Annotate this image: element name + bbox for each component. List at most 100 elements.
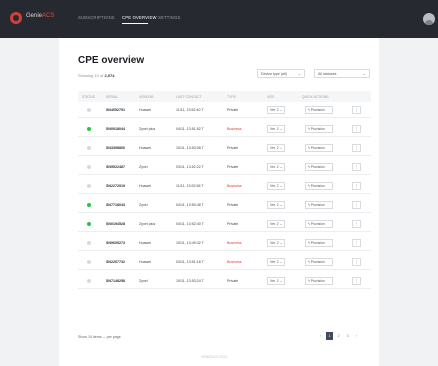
provision-button[interactable]: ϟ Provision: [305, 239, 333, 247]
vendor-cell: Huawei: [139, 184, 151, 188]
nav-item-settings[interactable]: SETTINGS: [158, 15, 181, 20]
last-contact-cell: 04/11, 13:50:48 T: [176, 203, 204, 207]
brand-logo-icon[interactable]: [10, 12, 22, 24]
table-row[interactable]: SN2267732 Huawei 03/11, 13:51:16 T Business…: [78, 254, 371, 270]
user-avatar-icon[interactable]: [423, 13, 435, 25]
provision-button[interactable]: ϟ Provision: [305, 220, 333, 228]
chevron-down-icon: ⌄: [297, 71, 301, 76]
type-cell: Business: [227, 241, 242, 245]
serial-cell[interactable]: SN2272919: [106, 184, 125, 188]
footer-note: GENIEACS 2023: [201, 355, 228, 359]
vendor-cell: Huawei: [139, 241, 151, 245]
table-row[interactable]: SN3398806 Huawei 10/11, 13:53:08 T Private V…: [78, 140, 371, 156]
show-label: Show: [78, 335, 87, 339]
bolt-icon: ϟ: [308, 146, 310, 150]
provision-button-label: Provision: [310, 260, 325, 264]
vendor-cell: Huawei: [139, 108, 151, 112]
last-contact-cell: 11/11, 13:52:40 T: [176, 108, 204, 112]
top-navigation-bar: GenieACS SUBSCRIPTIONS CPE OVERVIEW SETT…: [0, 0, 438, 38]
status-indicator-icon: [87, 222, 91, 226]
per-page-select[interactable]: 10 items: [88, 335, 102, 339]
version-select[interactable]: Ver. 2 ⌄: [267, 220, 285, 228]
serial-cell[interactable]: SN3398806: [106, 146, 125, 150]
device-type-filter[interactable]: Device type (all) ⌄: [257, 69, 305, 78]
column-header-version[interactable]: Ver: [267, 95, 274, 99]
page-size-control[interactable]: Show 10 items ⌄ per page: [78, 335, 121, 339]
provision-button[interactable]: ϟ Provision: [305, 106, 333, 114]
column-header-last-contact[interactable]: Last contact: [176, 95, 202, 99]
provision-button[interactable]: ϟ Provision: [305, 258, 333, 266]
brand-name-prefix: Genie: [26, 13, 43, 19]
pagination-page-2[interactable]: 2: [335, 332, 342, 340]
provision-button[interactable]: ϟ Provision: [305, 277, 333, 285]
serial-cell[interactable]: SN9605273: [106, 241, 125, 245]
version-select[interactable]: Ver. 2 ⌄: [267, 163, 285, 171]
status-indicator-icon: [87, 203, 91, 207]
per-page-suffix: per page: [106, 335, 121, 339]
type-cell: Business: [227, 260, 242, 264]
pagination-page-3[interactable]: 3: [344, 332, 351, 340]
chevron-down-icon: ⌄: [279, 203, 283, 207]
chevron-down-icon: ⌄: [279, 146, 283, 150]
provision-button[interactable]: ϟ Provision: [305, 201, 333, 209]
table-row[interactable]: SN7148258 Zyxel 10/11, 13:53:24 T Private Ve…: [78, 273, 371, 289]
column-header-status[interactable]: Status: [82, 95, 95, 99]
serial-cell[interactable]: SN0194528: [106, 222, 125, 226]
version-select[interactable]: Ver. 2 ⌄: [267, 106, 285, 114]
nav-item-subscriptions[interactable]: SUBSCRIPTIONS: [78, 15, 115, 20]
provision-button[interactable]: ϟ Provision: [305, 125, 333, 133]
more-options-icon[interactable]: ⋮: [352, 239, 361, 247]
version-select[interactable]: Ver. 2 ⌄: [267, 239, 285, 247]
serial-cell[interactable]: SN4052791: [106, 108, 125, 112]
more-options-icon[interactable]: ⋮: [352, 125, 361, 133]
version-select[interactable]: Ver. 2 ⌄: [267, 144, 285, 152]
provision-button[interactable]: ϟ Provision: [305, 163, 333, 171]
column-header-type[interactable]: Type: [227, 95, 236, 99]
status-indicator-icon: [87, 184, 91, 188]
pagination-next-button[interactable]: ›: [353, 332, 360, 340]
more-options-icon[interactable]: ⋮: [352, 163, 361, 171]
serial-cell[interactable]: SN5522487: [106, 165, 125, 169]
more-options-icon[interactable]: ⋮: [352, 106, 361, 114]
more-options-icon[interactable]: ⋮: [352, 144, 361, 152]
table-row[interactable]: SN5522487 Zyxel 03/11, 13:52:22 T Private Ve…: [78, 159, 371, 175]
column-header-vendor[interactable]: Vendor: [139, 95, 154, 99]
more-options-icon[interactable]: ⋮: [352, 277, 361, 285]
pagination-page-1[interactable]: 1: [326, 332, 333, 340]
type-cell: Business: [227, 184, 242, 188]
version-select[interactable]: Ver. 2 ⌄: [267, 258, 285, 266]
table-row[interactable]: SN9605273 Huawei 10/11, 13:49:32 T Business…: [78, 235, 371, 251]
version-select[interactable]: Ver. 2 ⌄: [267, 125, 285, 133]
table-row[interactable]: SN4052791 Huawei 11/11, 13:52:40 T Private V…: [78, 102, 371, 118]
serial-cell[interactable]: SN7148258: [106, 279, 125, 283]
table-row[interactable]: SN2272919 Huawei 11/11, 13:52:56 T Business…: [78, 178, 371, 194]
table-row[interactable]: SN0194528 Zyxel plus 04/11, 13:52:40 T Priv…: [78, 216, 371, 232]
table-row[interactable]: SN7718043 Zyxel 04/11, 13:50:48 T Private Ve…: [78, 197, 371, 213]
status-filter[interactable]: All statuses ⌄: [314, 69, 370, 78]
column-header-serial[interactable]: Serial: [106, 95, 118, 99]
provision-button[interactable]: ϟ Provision: [305, 182, 333, 190]
more-options-icon[interactable]: ⋮: [352, 201, 361, 209]
table-row[interactable]: SN0918044 Zyxel plus 04/11, 13:51:52 T Busi…: [78, 121, 371, 137]
serial-cell[interactable]: SN2267732: [106, 260, 125, 264]
version-select[interactable]: Ver. 2 ⌄: [267, 201, 285, 209]
serial-cell[interactable]: SN0918044: [106, 127, 125, 131]
status-filter-value: All statuses: [318, 72, 337, 76]
more-options-icon[interactable]: ⋮: [352, 258, 361, 266]
provision-button-label: Provision: [310, 279, 325, 283]
provision-button-label: Provision: [310, 146, 325, 150]
chevron-down-icon: ⌄: [279, 165, 283, 169]
more-options-icon[interactable]: ⋮: [352, 182, 361, 190]
serial-cell[interactable]: SN7718043: [106, 203, 125, 207]
version-select[interactable]: Ver. 2 ⌄: [267, 182, 285, 190]
brand-name[interactable]: GenieACS: [26, 13, 54, 19]
version-select[interactable]: Ver. 2 ⌄: [267, 277, 285, 285]
last-contact-cell: 04/11, 13:52:40 T: [176, 222, 204, 226]
bolt-icon: ϟ: [308, 222, 310, 226]
type-cell: Private: [227, 222, 239, 226]
more-options-icon[interactable]: ⋮: [352, 220, 361, 228]
chevron-down-icon: ⌄: [279, 241, 283, 245]
nav-item-cpe-overview[interactable]: CPE OVERVIEW: [122, 15, 157, 20]
provision-button[interactable]: ϟ Provision: [305, 144, 333, 152]
pagination-prev-button[interactable]: ‹: [317, 332, 324, 340]
